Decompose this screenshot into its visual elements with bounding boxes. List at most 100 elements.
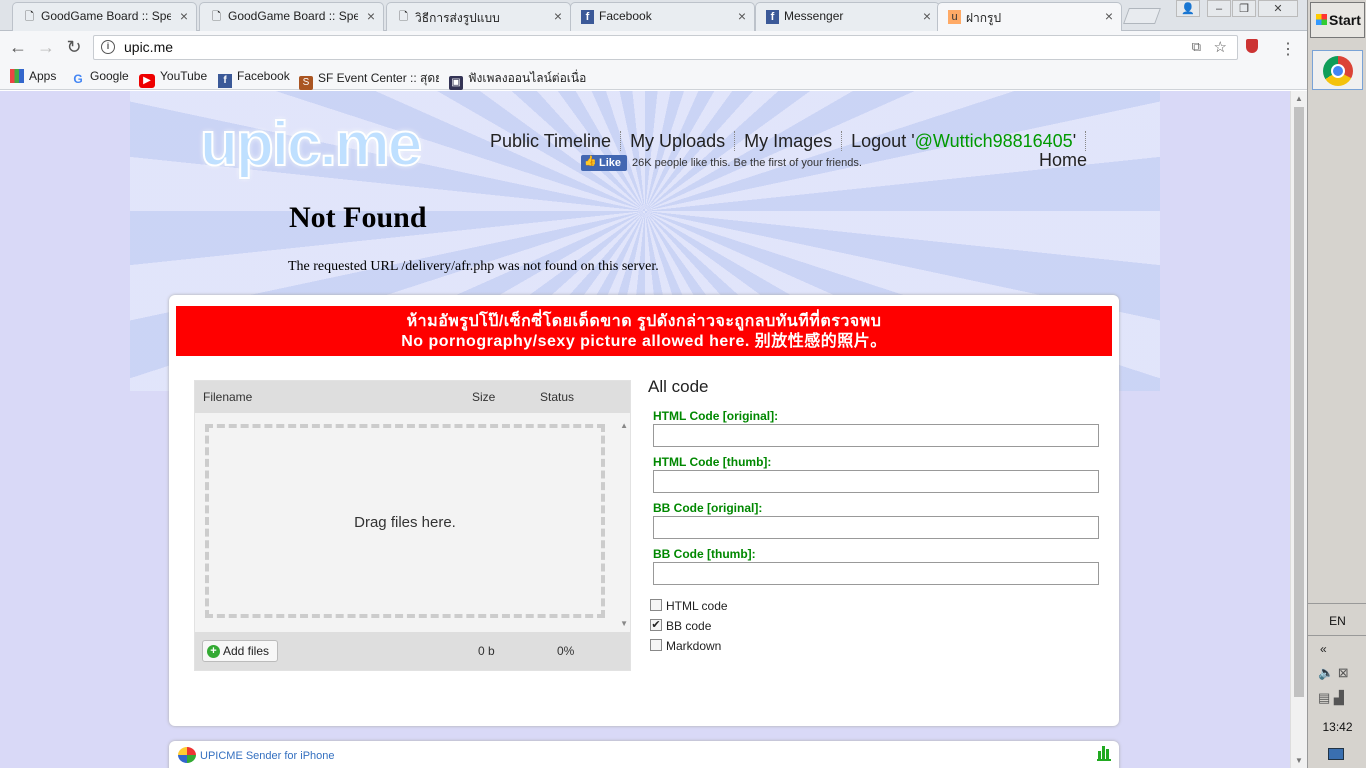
extension-shield-icon[interactable] [1246, 39, 1258, 53]
checkbox-checked[interactable]: ✔ [650, 619, 662, 631]
stats-icon[interactable] [1097, 746, 1111, 761]
forward-icon[interactable]: → [36, 37, 56, 58]
toolbar: ← → ↻ i upic.me ⧉ ☆ ⋮ [0, 31, 1307, 64]
star-icon[interactable]: ☆ [1214, 38, 1227, 56]
bookmark-apps[interactable]: Apps [10, 69, 56, 83]
nav-separator [620, 131, 622, 151]
scrollbar-thumb[interactable] [1294, 107, 1304, 697]
scroll-down-icon[interactable]: ▼ [1295, 756, 1303, 765]
like-button[interactable]: Like [581, 155, 628, 171]
nav-public-timeline[interactable]: Public Timeline [490, 131, 611, 151]
close-icon[interactable]: × [738, 8, 746, 24]
show-desktop-icon[interactable] [1328, 748, 1344, 760]
tab-1[interactable]: 🗋 GoodGame Board :: Speci × [12, 2, 197, 31]
warning-line-english: No pornography/sexy picture allowed here… [401, 333, 887, 350]
user-icon[interactable]: 👤 [1176, 0, 1200, 17]
browser-window: 🗋 GoodGame Board :: Speci × 🗋 GoodGame B… [0, 0, 1307, 768]
field-label: HTML Code [thumb]: [653, 455, 772, 469]
close-icon[interactable]: × [180, 8, 188, 24]
clock[interactable]: 13:42 [1308, 720, 1366, 734]
address-bar[interactable]: i upic.me ⧉ ☆ [93, 35, 1238, 60]
reload-icon[interactable]: ↻ [64, 37, 84, 58]
page-viewport: upic.me Public Timeline My Uploads My Imag… [0, 91, 1290, 768]
close-icon[interactable]: × [923, 8, 931, 24]
new-tab-button[interactable] [1123, 8, 1161, 24]
nav-home[interactable]: Home [1039, 150, 1087, 171]
bb-thumb-input[interactable] [653, 562, 1099, 585]
chrome-taskbar-button[interactable] [1312, 50, 1363, 90]
uploader-footer: + Add files 0 b 0% [195, 632, 630, 670]
info-icon[interactable]: i [101, 40, 115, 54]
close-icon[interactable]: × [1105, 8, 1113, 24]
warning-banner: ห้ามอัพรูปโป๊/เซ็กซี่โดยเด็ดขาด รูปดังกล… [176, 306, 1112, 356]
close-window-button[interactable]: ✕ [1258, 0, 1298, 17]
sender-link[interactable]: UPICME Sender for iPhone [200, 750, 335, 762]
tab-3[interactable]: 🗋 วิธีการส่งรูปแบบ × [386, 2, 571, 31]
nav-separator [841, 131, 843, 151]
tab-label: วิธีการส่งรูปแบบ [415, 11, 500, 25]
checkbox-unchecked[interactable] [650, 599, 662, 611]
windows-logo-icon [1316, 14, 1327, 25]
bb-original-field: BB Code [original]: [653, 501, 1108, 539]
page-icon: 🗋 [399, 11, 408, 23]
scroll-up-icon[interactable]: ▲ [1295, 94, 1303, 103]
uploader-header: Filename Size Status [195, 381, 630, 413]
html-original-field: HTML Code [original]: [653, 409, 1108, 447]
tab-label: GoodGame Board :: Speci [41, 9, 171, 23]
drop-zone[interactable]: Drag files here. [205, 424, 605, 618]
column-size: Size [472, 390, 496, 404]
tab-5[interactable]: f Messenger × [755, 2, 940, 31]
close-icon[interactable]: × [367, 8, 375, 24]
start-button[interactable]: Start [1310, 2, 1365, 38]
google-icon: G [73, 72, 83, 86]
logout-prefix: Logout ' [851, 131, 915, 151]
bookmark-facebook[interactable]: f Facebook [218, 69, 290, 88]
minimize-button[interactable]: – [1207, 0, 1231, 17]
url-text: upic.me [124, 39, 174, 55]
file-uploader: Filename Size Status Drag files here. ▲ … [194, 380, 631, 671]
bookmark-music[interactable]: ▣ ฟังเพลงออนไลน์ต่อเนื่อ [449, 69, 589, 90]
tab-2[interactable]: 🗋 GoodGame Board :: Speci × [199, 2, 384, 31]
page-scrollbar[interactable]: ▲ ▼ [1290, 91, 1307, 768]
facebook-icon: f [581, 10, 594, 24]
checkbox-unchecked[interactable] [650, 639, 662, 651]
bb-original-input[interactable] [653, 516, 1099, 539]
html-original-input[interactable] [653, 424, 1099, 447]
network-icon[interactable]: ▤ ▟ [1318, 690, 1344, 706]
option-html-code[interactable]: HTML code [650, 599, 1108, 619]
add-files-label: Add files [223, 644, 270, 658]
menu-icon[interactable]: ⋮ [1280, 39, 1296, 59]
volume-icon[interactable]: 🔈 ⊠ [1318, 665, 1349, 681]
chrome-icon [1323, 56, 1353, 86]
scroll-up-icon[interactable]: ▲ [620, 421, 628, 430]
page-icon: 🗋 [25, 11, 34, 23]
tray-collapse-icon[interactable]: « [1320, 642, 1327, 656]
column-status: Status [540, 390, 575, 404]
nav-my-uploads[interactable]: My Uploads [630, 131, 725, 151]
tab-4[interactable]: f Facebook × [570, 2, 755, 31]
restore-button[interactable]: ❐ [1232, 0, 1256, 17]
bookmark-label: SF Event Center :: สุดย [318, 71, 439, 85]
main-nav: Public Timeline My Uploads My Images Logout… [490, 131, 1095, 152]
scroll-down-icon[interactable]: ▼ [620, 619, 628, 628]
site-logo[interactable]: upic.me [199, 109, 423, 180]
bookmark-google[interactable]: G Google [71, 69, 129, 86]
option-markdown[interactable]: Markdown [650, 639, 1108, 659]
bookmark-label: Google [90, 69, 129, 83]
facebook-icon: f [218, 74, 232, 88]
bookmark-youtube[interactable]: ▶ YouTube [139, 69, 207, 88]
nav-logout[interactable]: Logout '@Wuttich98816405' [851, 131, 1076, 151]
nav-my-images[interactable]: My Images [744, 131, 832, 151]
option-bb-code[interactable]: ✔ BB code [650, 619, 1108, 639]
html-thumb-input[interactable] [653, 470, 1099, 493]
close-icon[interactable]: × [554, 8, 562, 24]
language-indicator[interactable]: EN [1308, 603, 1366, 636]
back-icon[interactable]: ← [8, 37, 28, 58]
add-files-button[interactable]: + Add files [202, 640, 279, 662]
bookmark-sf-event[interactable]: S SF Event Center :: สุดย [299, 69, 439, 90]
tab-label: Messenger [784, 9, 844, 23]
start-label: Start [1329, 12, 1361, 28]
translate-icon[interactable]: ⧉ [1192, 39, 1201, 55]
tab-label: Facebook [599, 9, 652, 23]
tab-6-active[interactable]: u ฝากรูป × [937, 2, 1122, 31]
